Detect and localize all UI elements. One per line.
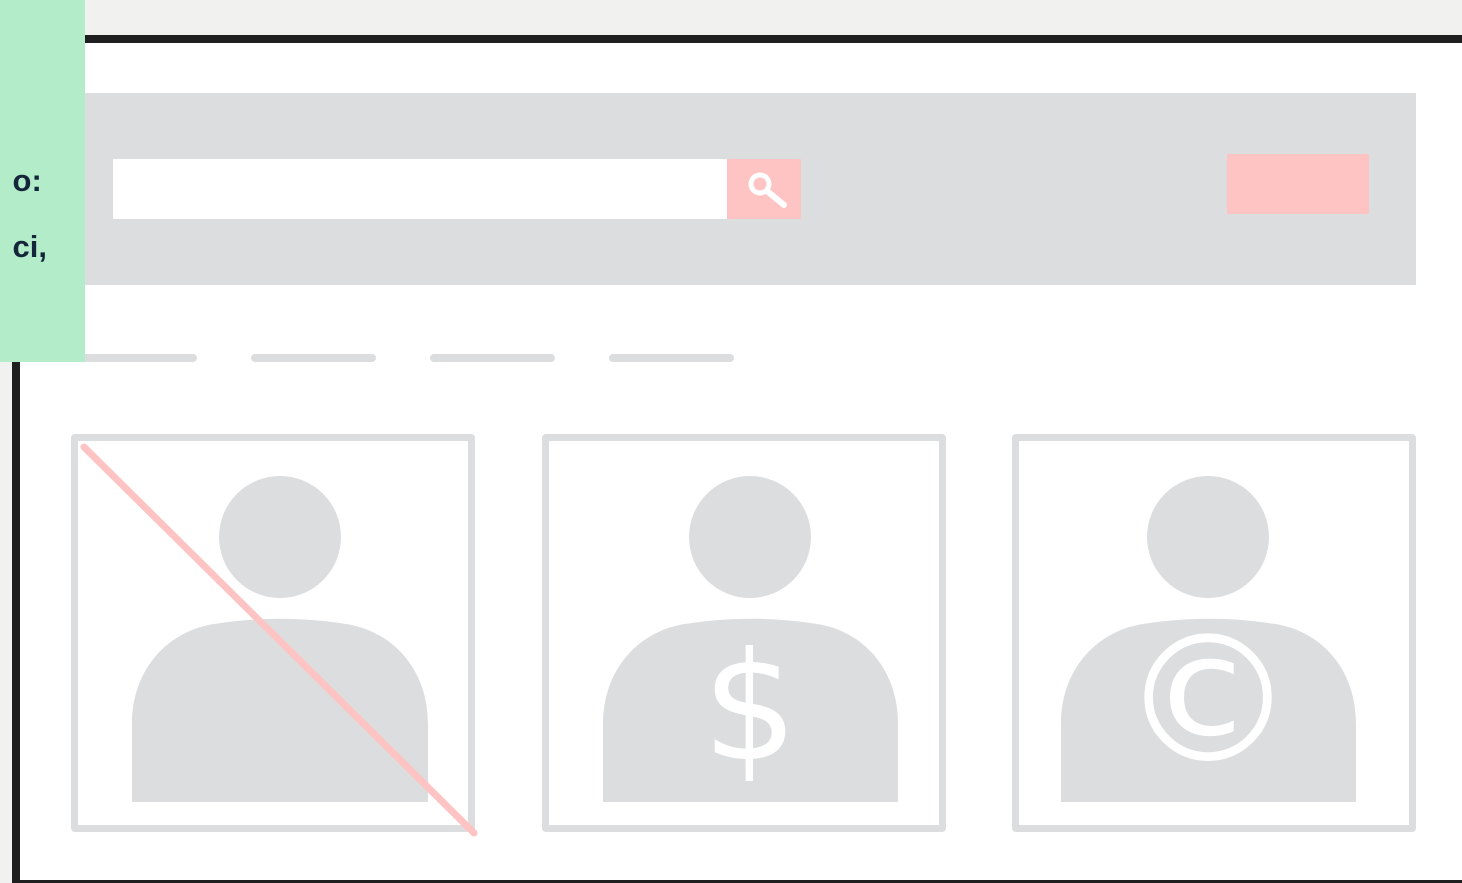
card-person-copyright[interactable]: © (1012, 434, 1416, 832)
copyright-symbol: © (1120, 598, 1296, 803)
header-action-button[interactable] (1227, 154, 1369, 214)
person-crossed-out-icon (80, 443, 478, 837)
person-copyright-icon: © (1061, 476, 1356, 803)
nav-tab-2[interactable] (251, 354, 376, 362)
person-dollar-icon: $ (603, 476, 898, 802)
nav-tab-3[interactable] (430, 354, 555, 362)
card-person-crossed-out[interactable] (71, 434, 478, 837)
nav-tab-4[interactable] (609, 354, 734, 362)
dollar-symbol: $ (702, 621, 797, 795)
search-icon (748, 172, 787, 208)
annotation-text: o: ci, (12, 163, 47, 264)
annotation-panel: o: ci, (0, 0, 85, 362)
nav-tab-1[interactable] (72, 354, 197, 362)
search-input[interactable] (113, 159, 727, 219)
search-button[interactable] (727, 159, 801, 219)
card-person-dollar[interactable]: $ (542, 434, 946, 832)
page-stage: $ © o: ci, (0, 0, 1462, 883)
